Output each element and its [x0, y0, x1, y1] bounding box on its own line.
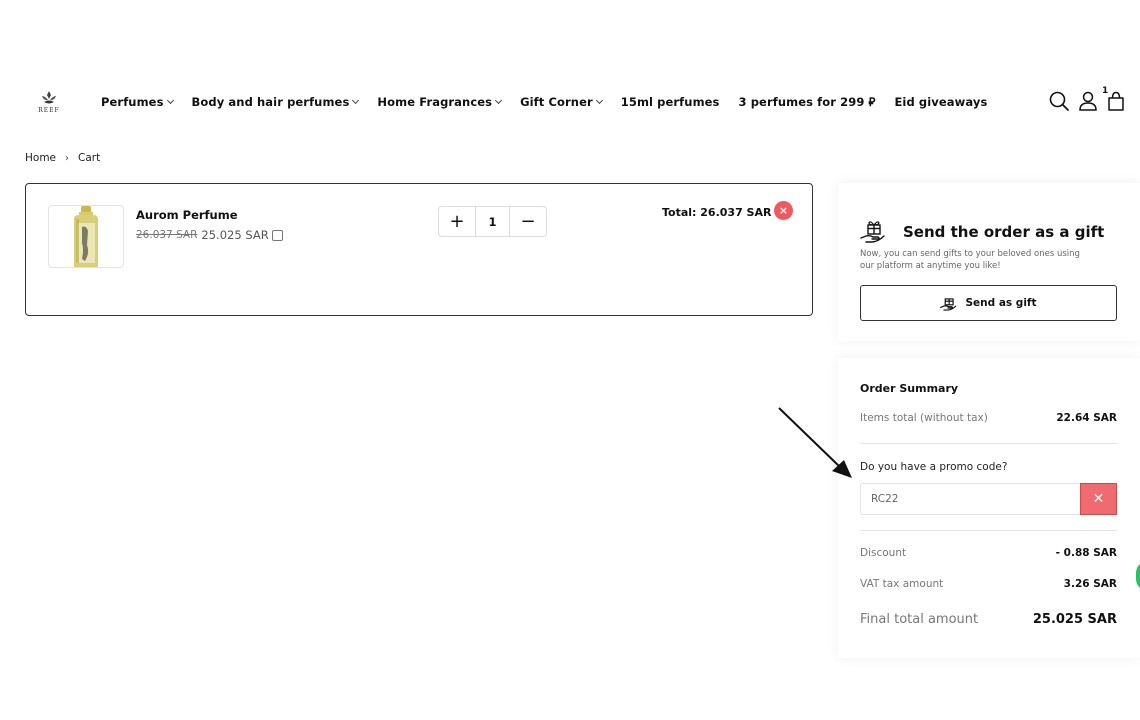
- divider: [860, 530, 1117, 531]
- quantity-decrease-button[interactable]: −: [510, 207, 546, 236]
- breadcrumb-separator: ›: [65, 152, 70, 164]
- search-icon: [1049, 91, 1069, 111]
- gift-hand-icon: [940, 297, 957, 311]
- items-total-value: 22.64 SAR: [1056, 412, 1117, 424]
- discount-value: - 0.88 SAR: [1055, 547, 1117, 559]
- nav-item-3-for-299[interactable]: 3 perfumes for 299 ⃁: [739, 95, 876, 110]
- chevron-down-icon: [595, 96, 603, 105]
- product-current-price: 25.025 SAR: [201, 228, 269, 242]
- vat-value: 3.26 SAR: [1063, 578, 1117, 590]
- nav-item-15ml[interactable]: 15ml perfumes: [621, 95, 720, 109]
- product-price: 26.037 SAR 25.025 SAR: [136, 228, 283, 242]
- header-icons: 1: [1048, 86, 1126, 116]
- nav-item-label: Eid giveaways: [894, 95, 988, 109]
- order-summary-title: Order Summary: [860, 382, 959, 395]
- send-as-gift-button[interactable]: Send as gift: [860, 285, 1117, 321]
- promo-clear-button[interactable]: ✕: [1080, 483, 1117, 515]
- nav-item-label: Perfumes: [101, 95, 164, 109]
- nav-item-perfumes[interactable]: Perfumes: [101, 95, 174, 109]
- gift-title: Send the order as a gift: [903, 223, 1105, 241]
- final-total-label: Final total amount: [860, 612, 979, 627]
- send-as-gift-label: Send as gift: [965, 297, 1037, 309]
- discount-label: Discount: [860, 547, 907, 559]
- nav-item-gift-corner[interactable]: Gift Corner: [520, 95, 603, 109]
- nav-item-body-hair[interactable]: Body and hair perfumes: [191, 95, 360, 109]
- search-button[interactable]: [1048, 90, 1070, 116]
- cart-bag-icon: [1108, 91, 1124, 111]
- order-summary: Order Summary Items total (without tax) …: [838, 358, 1140, 658]
- divider: [860, 443, 1117, 444]
- nav-item-label: 3 perfumes for 299 ⃁: [738, 94, 876, 109]
- remove-item-button[interactable]: ×: [774, 201, 793, 220]
- discount-row: Discount - 0.88 SAR: [860, 547, 1117, 559]
- account-button[interactable]: [1078, 90, 1098, 116]
- main-nav: Perfumes Body and hair perfumes Home Fra…: [101, 94, 987, 110]
- currency-info-icon: [271, 229, 283, 241]
- nav-item-label: Home Fragrances: [377, 95, 493, 109]
- promo-code-input[interactable]: [860, 483, 1080, 515]
- nav-item-eid-giveaways[interactable]: Eid giveaways: [894, 95, 987, 109]
- perfume-bottle-image: [74, 206, 98, 267]
- cart-item-card: Aurom Perfume 26.037 SAR 25.025 SAR + 1 …: [25, 183, 813, 316]
- cart-count-badge: 1: [1102, 86, 1109, 96]
- quantity-increase-button[interactable]: +: [439, 207, 475, 236]
- annotation-arrow-icon: [778, 407, 852, 478]
- vat-label: VAT tax amount: [860, 578, 944, 590]
- gift-description: Now, you can send gifts to your beloved …: [860, 249, 1080, 271]
- breadcrumb-current: Cart: [78, 152, 101, 164]
- lotus-logo-icon: [42, 91, 56, 104]
- chevron-down-icon: [352, 96, 360, 105]
- nav-item-label: Gift Corner: [520, 95, 593, 109]
- product-old-price: 26.037 SAR: [136, 229, 198, 241]
- cart-button[interactable]: 1: [1102, 86, 1126, 116]
- nav-item-label: 15ml perfumes: [620, 95, 720, 109]
- breadcrumb-home-link[interactable]: Home: [25, 152, 56, 164]
- final-total-value: 25.025 SAR: [1032, 612, 1117, 627]
- quantity-stepper: + 1 −: [438, 206, 547, 237]
- final-total-row: Final total amount 25.025 SAR: [860, 612, 1117, 627]
- vat-row: VAT tax amount 3.26 SAR: [860, 578, 1117, 590]
- nav-item-home-fragrances[interactable]: Home Fragrances: [377, 95, 503, 109]
- quantity-value[interactable]: 1: [475, 207, 510, 236]
- breadcrumb: Home › Cart: [25, 152, 100, 164]
- gift-hand-icon: [860, 221, 885, 243]
- items-total-row: Items total (without tax) 22.64 SAR: [860, 412, 1117, 424]
- gift-header: Send the order as a gift: [860, 219, 1104, 245]
- logo-text: REEF: [38, 107, 60, 114]
- item-total: Total: 26.037 SAR: [662, 206, 772, 219]
- product-name[interactable]: Aurom Perfume: [136, 208, 238, 222]
- gift-card: Send the order as a gift Now, you can se…: [838, 183, 1140, 341]
- promo-code-label: Do you have a promo code?: [860, 461, 1008, 473]
- chevron-down-icon: [166, 96, 174, 105]
- account-icon: [1079, 91, 1097, 111]
- chevron-down-icon: [495, 96, 503, 105]
- product-image[interactable]: [48, 205, 124, 268]
- brand-logo[interactable]: REEF: [36, 90, 62, 118]
- nav-item-label: Body and hair perfumes: [191, 95, 350, 109]
- items-total-label: Items total (without tax): [860, 412, 988, 424]
